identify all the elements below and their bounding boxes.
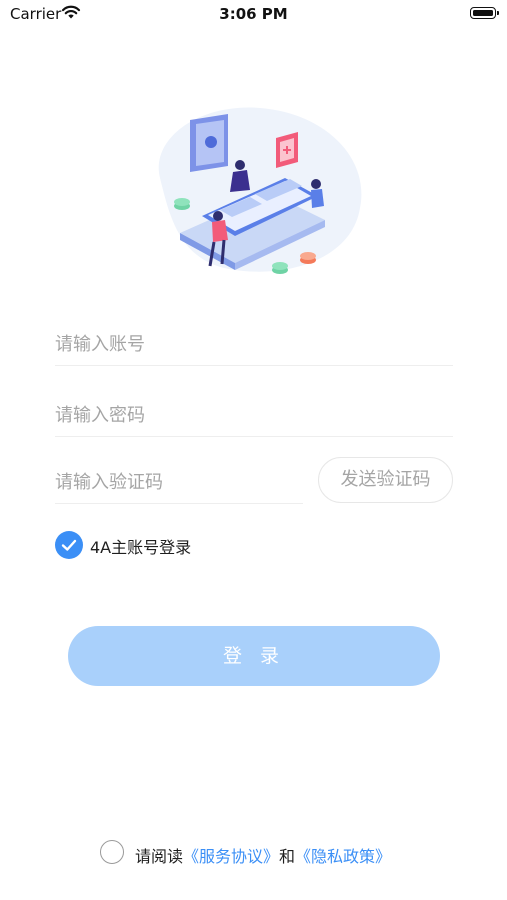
main-account-label: 4A主账号登录	[90, 538, 192, 557]
account-placeholder: 请输入账号	[55, 334, 145, 355]
service-agreement-link[interactable]: 《服务协议》	[183, 847, 279, 866]
login-illustration	[158, 107, 362, 274]
send-code-button[interactable]: 发送验证码	[318, 457, 453, 503]
login-button[interactable]: 登 录	[68, 626, 440, 686]
password-placeholder: 请输入密码	[55, 405, 145, 426]
verification-code-input[interactable]: 请输入验证码	[55, 459, 303, 504]
agreement-connector: 和	[279, 847, 296, 866]
verification-code-placeholder: 请输入验证码	[55, 472, 163, 493]
privacy-policy-link[interactable]: 《隐私政策》	[295, 847, 391, 866]
main-account-checkbox[interactable]	[55, 531, 83, 559]
agreement-prefix: 请阅读	[135, 847, 184, 866]
agreement-checkbox[interactable]	[100, 840, 124, 864]
checkmark-icon	[61, 539, 77, 551]
status-bar: Carrier 3:06 PM	[0, 0, 507, 28]
clock: 3:06 PM	[219, 5, 288, 23]
battery-icon	[470, 7, 499, 19]
account-input[interactable]: 请输入账号	[55, 321, 453, 366]
password-input[interactable]: 请输入密码	[55, 392, 453, 437]
